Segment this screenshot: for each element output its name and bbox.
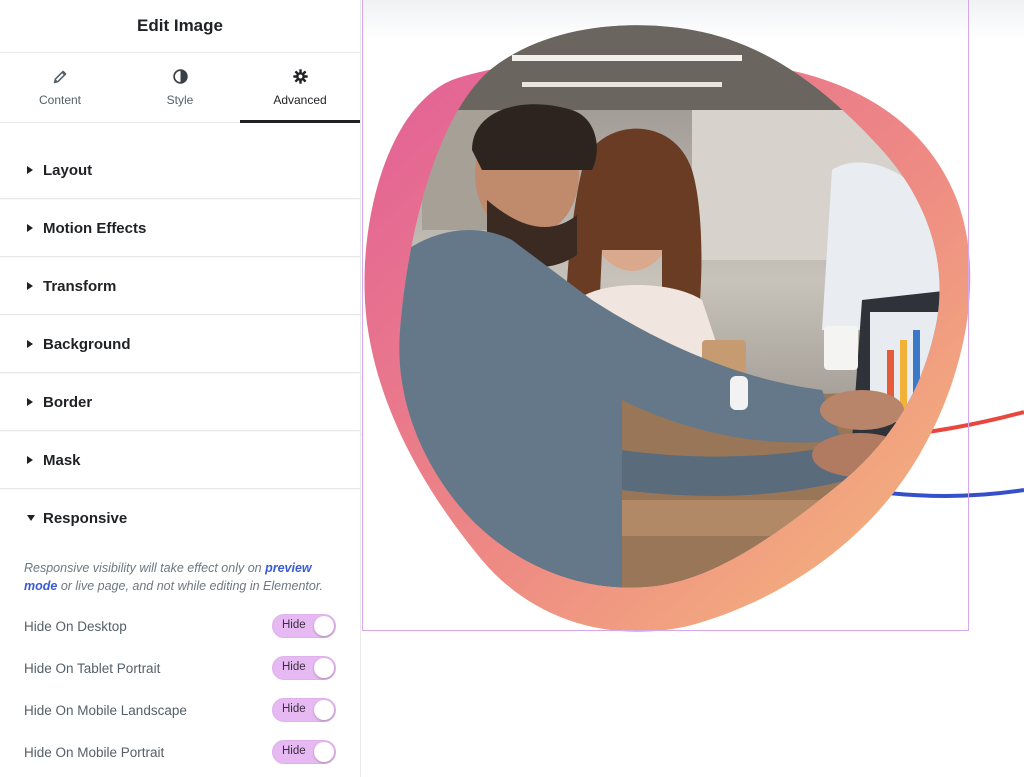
caret-right-icon xyxy=(27,224,37,232)
toggle-text: Hide xyxy=(282,619,306,631)
section-layout-label: Layout xyxy=(43,161,93,179)
section-list: Layout Motion Effects Transform Backgrou… xyxy=(0,123,360,773)
section-spacer xyxy=(0,123,360,142)
caret-right-icon xyxy=(27,398,37,406)
tab-style[interactable]: Style xyxy=(120,53,240,122)
toggle-knob xyxy=(314,616,334,636)
preview-canvas xyxy=(362,0,1024,777)
toggle-row-tablet-portrait: Hide On Tablet Portrait Hide xyxy=(24,647,336,689)
section-motion-effects[interactable]: Motion Effects xyxy=(0,200,360,257)
toggle-row-mobile-portrait: Hide On Mobile Portrait Hide xyxy=(24,731,336,773)
toggle-text: Hide xyxy=(282,661,306,673)
tab-style-label: Style xyxy=(166,93,194,107)
toggle-knob xyxy=(314,658,334,678)
responsive-note: Responsive visibility will take effect o… xyxy=(24,547,336,605)
hide-tablet-portrait-toggle[interactable]: Hide xyxy=(272,656,336,680)
panel-title: Edit Image xyxy=(137,16,223,35)
hide-mobile-landscape-toggle[interactable]: Hide xyxy=(272,698,336,722)
section-border-label: Border xyxy=(43,393,93,411)
section-background[interactable]: Background xyxy=(0,316,360,373)
tab-advanced[interactable]: Advanced xyxy=(240,53,360,123)
section-mask-label: Mask xyxy=(43,451,81,469)
editor-panel: Edit Image Content Style Advanced Layout… xyxy=(0,0,361,777)
caret-right-icon xyxy=(27,456,37,464)
section-transform-label: Transform xyxy=(43,277,117,295)
section-background-label: Background xyxy=(43,335,131,353)
pencil-icon xyxy=(52,68,69,85)
panel-header: Edit Image xyxy=(0,0,360,53)
toggle-label-desktop: Hide On Desktop xyxy=(24,618,127,634)
section-layout[interactable]: Layout xyxy=(0,142,360,199)
section-transform[interactable]: Transform xyxy=(0,258,360,315)
hide-desktop-toggle[interactable]: Hide xyxy=(272,614,336,638)
caret-right-icon xyxy=(27,340,37,348)
toggle-row-mobile-landscape: Hide On Mobile Landscape Hide xyxy=(24,689,336,731)
toggle-label-mobile-landscape: Hide On Mobile Landscape xyxy=(24,702,187,718)
toggle-label-tablet-portrait: Hide On Tablet Portrait xyxy=(24,660,161,676)
caret-down-icon xyxy=(27,515,37,522)
section-responsive[interactable]: Responsive xyxy=(0,490,360,547)
toggle-knob xyxy=(314,700,334,720)
section-responsive-label: Responsive xyxy=(43,510,128,527)
toggle-knob xyxy=(314,742,334,762)
gear-icon xyxy=(292,68,309,85)
toggle-row-desktop: Hide On Desktop Hide xyxy=(24,605,336,647)
note-suffix: or live page, and not while editing in E… xyxy=(57,579,324,593)
caret-right-icon xyxy=(27,282,37,290)
note-prefix: Responsive visibility will take effect o… xyxy=(24,561,266,575)
tab-content[interactable]: Content xyxy=(0,53,120,122)
toggle-text: Hide xyxy=(282,703,306,715)
toggle-label-mobile-portrait: Hide On Mobile Portrait xyxy=(24,744,165,760)
section-border[interactable]: Border xyxy=(0,374,360,431)
responsive-body: Responsive visibility will take effect o… xyxy=(0,547,360,773)
tab-content-label: Content xyxy=(38,93,82,107)
half-circle-icon xyxy=(172,68,189,85)
section-mask[interactable]: Mask xyxy=(0,432,360,489)
caret-right-icon xyxy=(27,166,37,174)
section-motion-effects-label: Motion Effects xyxy=(43,219,147,237)
toggle-text: Hide xyxy=(282,745,306,757)
panel-tabs: Content Style Advanced xyxy=(0,53,360,123)
widget-selection-frame xyxy=(362,0,969,631)
hide-mobile-portrait-toggle[interactable]: Hide xyxy=(272,740,336,764)
tab-advanced-label: Advanced xyxy=(273,93,327,107)
